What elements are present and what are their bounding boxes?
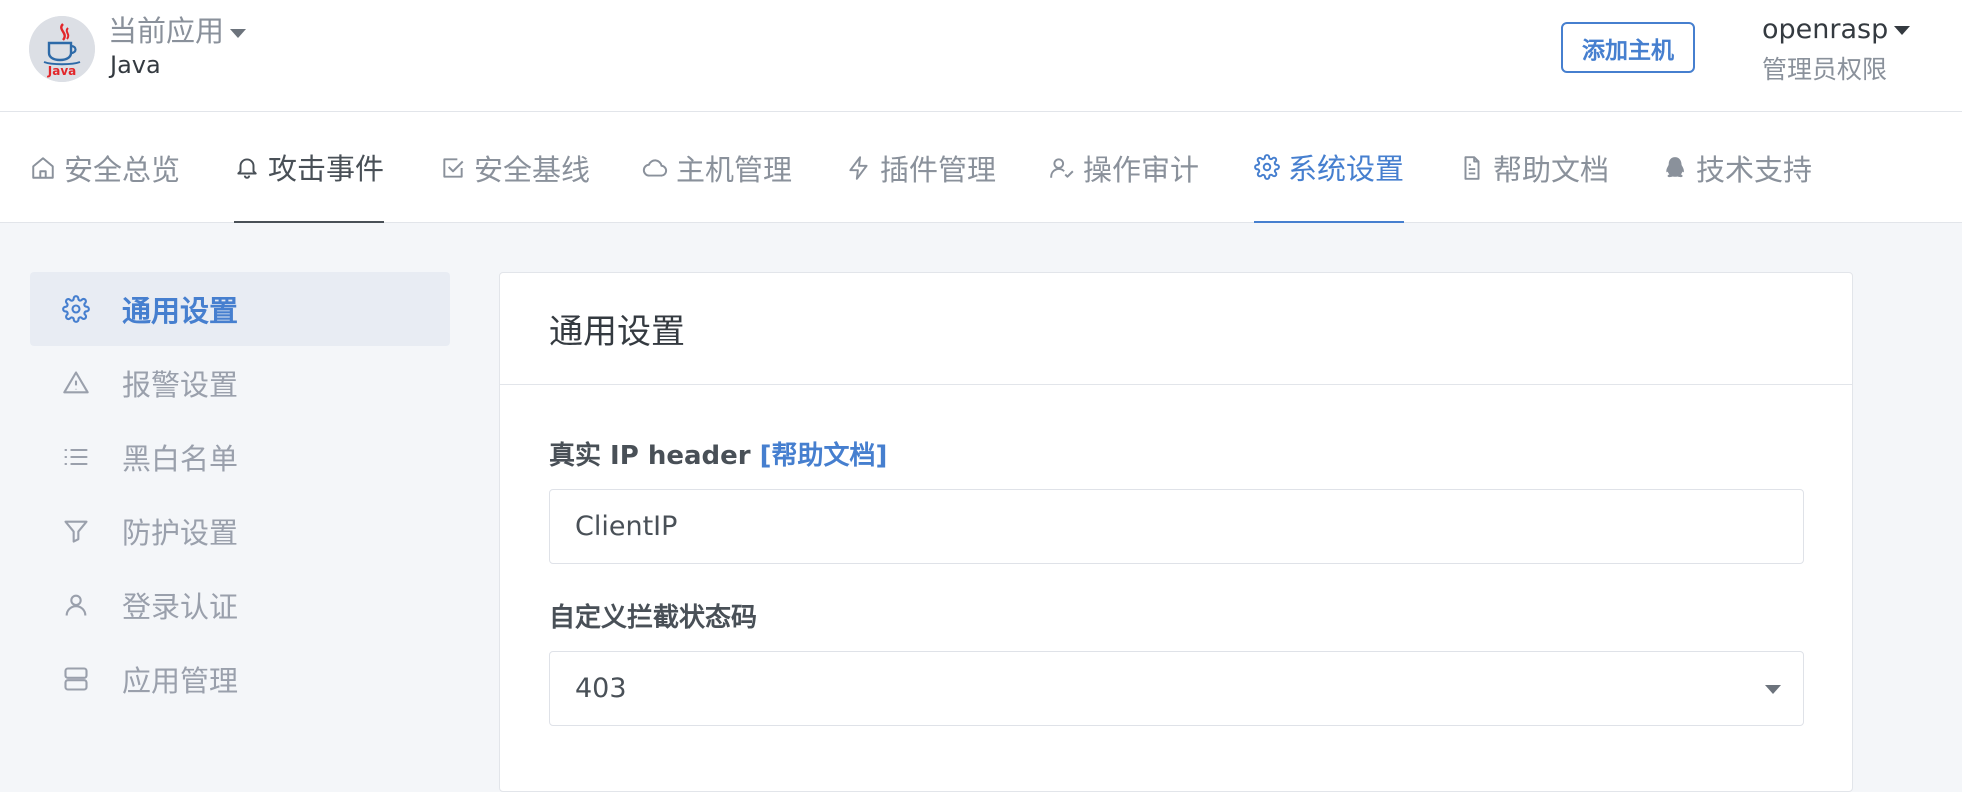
app-switcher[interactable]: 当前应用 [108, 12, 247, 50]
list-icon [64, 448, 88, 466]
check-square-icon [443, 157, 464, 178]
document-icon [1464, 155, 1480, 180]
nav-tab-plugins[interactable]: 插件管理 [846, 112, 996, 223]
nav-tab-label: 帮助文档 [1493, 152, 1610, 187]
nav-tab-label: 插件管理 [880, 152, 997, 187]
nav-tab-label: 安全总览 [64, 152, 181, 187]
cloud-icon [642, 158, 668, 177]
user-menu[interactable]: openrasp [1762, 14, 1911, 45]
gear-icon [62, 295, 90, 323]
qq-icon [1666, 156, 1684, 177]
chevron-down-icon [1894, 26, 1911, 35]
gear-icon [1254, 153, 1280, 180]
nav-tab-audit[interactable]: 操作审计 [1049, 112, 1199, 223]
current-app-name: Java [110, 51, 161, 79]
nav-tab-help[interactable]: 帮助文档 [1459, 112, 1609, 223]
sidebar-item-general[interactable]: 通用设置 [30, 272, 450, 346]
warning-icon [63, 371, 89, 394]
general-settings-card: 通用设置 真实 IP header [帮助文档] 自定义拦截状态码 403 [499, 272, 1853, 792]
nav-tab-attack-events[interactable]: 攻击事件 [234, 112, 385, 223]
home-icon [32, 156, 54, 179]
user-name: openrasp [1762, 14, 1889, 45]
status-code-select[interactable]: 403 [549, 651, 1804, 726]
sidebar-item-label: 黑白名单 [122, 442, 239, 476]
real-ip-header-label-text: 真实 IP header [549, 441, 751, 471]
user-check-icon [1050, 157, 1074, 178]
sidebar-item-label: 通用设置 [122, 294, 239, 328]
nav-tab-hosts[interactable]: 主机管理 [642, 112, 792, 223]
sidebar-item-alarm[interactable]: 报警设置 [30, 346, 450, 420]
user-icon [65, 594, 87, 616]
nav-tab-label: 系统设置 [1288, 151, 1405, 186]
sidebar-item-app-management[interactable]: 应用管理 [30, 642, 450, 716]
nav-tab-baseline[interactable]: 安全基线 [440, 112, 590, 223]
sidebar-item-protection[interactable]: 防护设置 [30, 494, 450, 568]
chevron-down-icon [230, 29, 247, 38]
user-role: 管理员权限 [1762, 55, 1888, 84]
sidebar-item-login-auth[interactable]: 登录认证 [30, 568, 450, 642]
sidebar-item-label: 应用管理 [122, 664, 239, 698]
help-doc-link[interactable]: [帮助文档] [760, 441, 888, 471]
nav-tab-overview[interactable]: 安全总览 [30, 112, 180, 223]
status-code-value: 403 [575, 673, 627, 704]
java-logo-icon: Java [29, 16, 95, 82]
real-ip-header-label: 真实 IP header [帮助文档] [549, 435, 887, 472]
server-icon [64, 667, 88, 691]
status-code-label: 自定义拦截状态码 [549, 603, 758, 633]
nav-tab-label: 攻击事件 [268, 151, 385, 186]
nav-tab-label: 操作审计 [1083, 152, 1200, 187]
sidebar-item-label: 登录认证 [122, 590, 239, 624]
top-header: Java 当前应用 Java 添加主机 openrasp 管理员权限 [0, 0, 1962, 112]
sidebar-item-label: 防护设置 [122, 516, 239, 550]
chevron-down-icon [1765, 685, 1781, 694]
sidebar-item-whitelist[interactable]: 黑白名单 [30, 420, 450, 494]
nav-tab-label: 安全基线 [474, 152, 591, 187]
java-logo-text: Java [47, 64, 76, 78]
add-host-button[interactable]: 添加主机 [1561, 22, 1695, 73]
main-nav: 安全总览 攻击事件 安全基线 主机管理 插件管理 操作审计 系统设置 帮助文档 … [0, 112, 1962, 223]
sidebar-item-label: 报警设置 [122, 368, 239, 402]
card-title: 通用设置 [500, 273, 1852, 385]
real-ip-header-input[interactable] [549, 489, 1804, 564]
nav-tab-settings[interactable]: 系统设置 [1254, 112, 1405, 223]
nav-tab-support[interactable]: 技术支持 [1662, 112, 1812, 223]
nav-tab-label: 技术支持 [1696, 152, 1813, 187]
app-switcher-label: 当前应用 [108, 14, 225, 48]
nav-tab-label: 主机管理 [676, 152, 793, 187]
bell-icon [237, 157, 257, 179]
filter-icon [64, 520, 88, 543]
lightning-icon [849, 155, 868, 180]
